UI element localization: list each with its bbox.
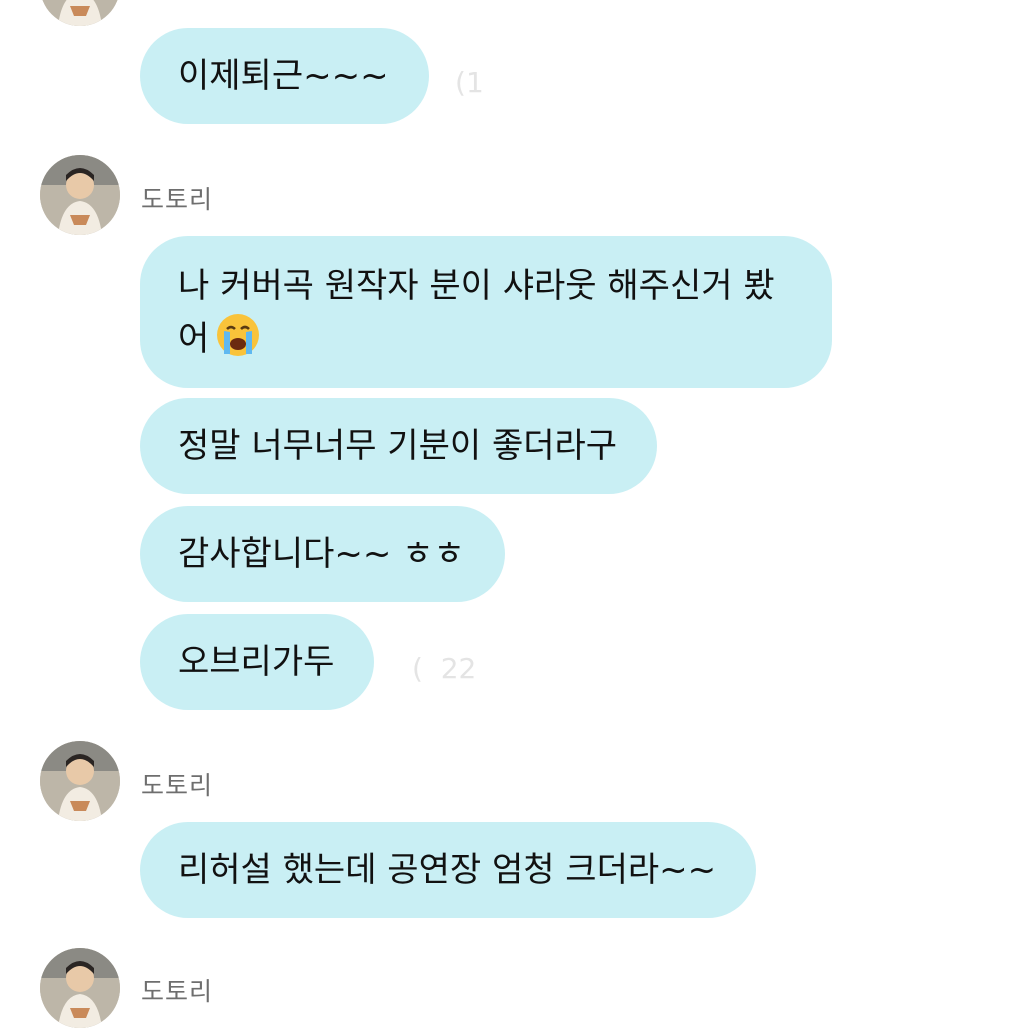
message-text: 오브리가두 [178, 642, 335, 682]
message-text: 감사합니다~~ ㅎㅎ [178, 534, 465, 574]
avatar-photo-icon [40, 948, 120, 1028]
message-bubble[interactable]: 감사합니다~~ ㅎㅎ [140, 506, 505, 602]
message-timestamp: ( 22 [412, 652, 477, 685]
message-text: 정말 너무너무 기분이 좋더라구 [178, 426, 618, 466]
avatar-photo-icon [40, 155, 120, 235]
message-bubble[interactable]: 리허설 했는데 공연장 엄청 크더라~~ [140, 822, 757, 918]
sender-avatar[interactable] [40, 948, 120, 1028]
message-text: 리허설 했는데 공연장 엄청 크더라~~ [178, 850, 717, 890]
message-bubble[interactable]: 나 커버곡 원작자 분이 샤라웃 해주신거 봤어 [140, 236, 832, 388]
sender-name: 도토리 [141, 185, 214, 214]
avatar-photo-icon [40, 0, 120, 26]
sender-name: 도토리 [141, 771, 214, 800]
sender-avatar[interactable] [40, 155, 120, 235]
avatar-photo-icon [40, 741, 120, 821]
sender-name: 도토리 [141, 977, 214, 1006]
message-text: 나 커버곡 원작자 분이 샤라웃 해주신거 봤어 [178, 266, 775, 359]
message-bubble[interactable]: 정말 너무너무 기분이 좋더라구 [140, 398, 658, 494]
crying-face-icon [215, 312, 261, 373]
message-bubble[interactable]: 이제퇴근~~~ [140, 28, 429, 124]
message-bubble[interactable]: 오브리가두 [140, 614, 375, 710]
message-text: 이제퇴근~~~ [178, 56, 389, 96]
message-timestamp: (1 [455, 66, 484, 99]
sender-avatar[interactable] [40, 0, 120, 26]
sender-avatar[interactable] [40, 741, 120, 821]
